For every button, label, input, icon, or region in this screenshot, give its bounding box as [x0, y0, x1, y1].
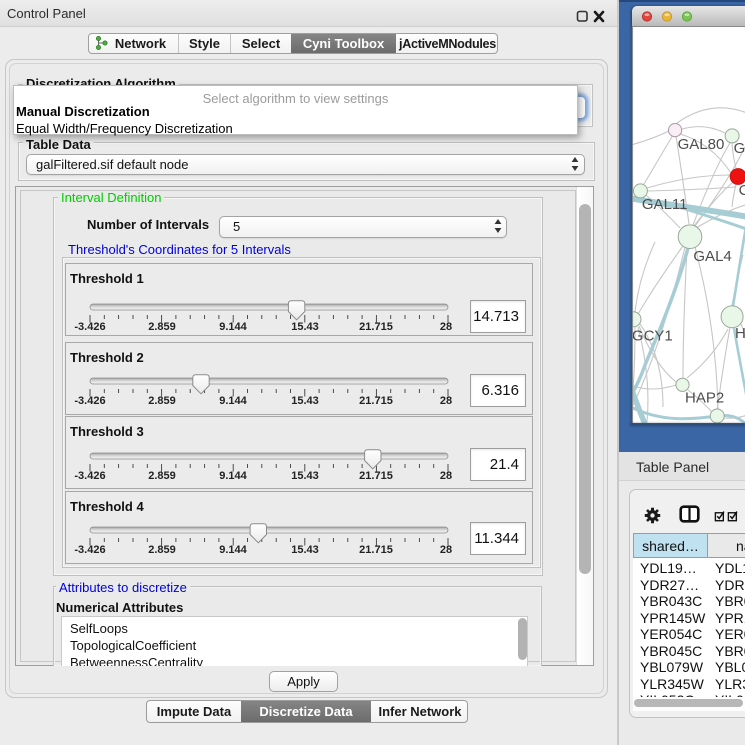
- svg-text:GAL4: GAL4: [693, 248, 731, 265]
- svg-text:GAL11: GAL11: [642, 196, 688, 213]
- svg-text:GA: GA: [734, 140, 745, 157]
- svg-text:C: C: [739, 182, 745, 199]
- svg-text:GCY1: GCY1: [633, 327, 673, 344]
- svg-text:H: H: [735, 325, 745, 342]
- svg-text:HAP2: HAP2: [685, 389, 724, 406]
- svg-text:GAL80: GAL80: [678, 136, 725, 153]
